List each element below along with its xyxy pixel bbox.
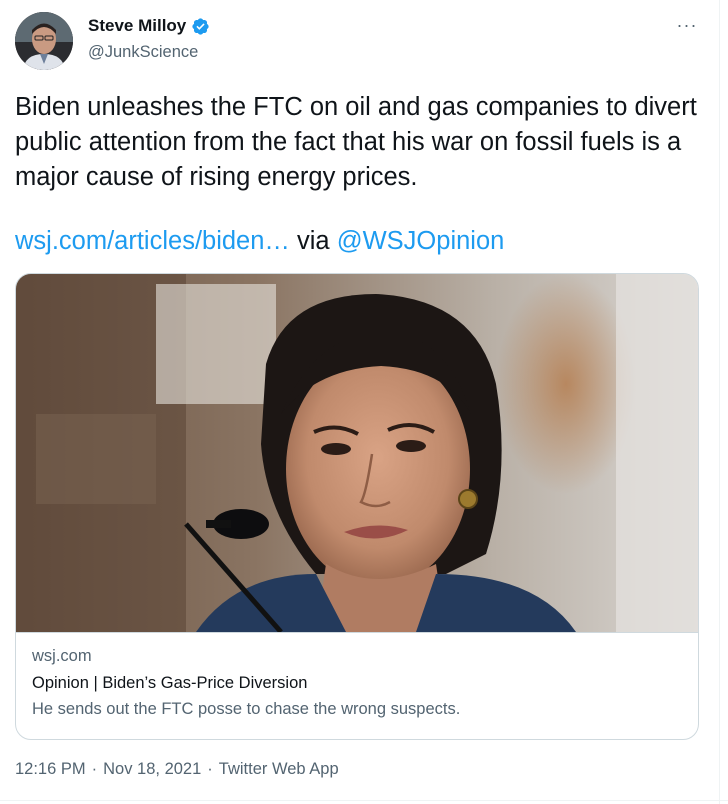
author-avatar[interactable]	[15, 12, 73, 70]
tweet-link-row: wsj.com/articles/biden… via @WSJOpinion	[15, 224, 504, 259]
link-preview-card[interactable]: wsj.com Opinion | Biden’s Gas-Price Dive…	[15, 273, 699, 740]
more-options-button[interactable]: ···	[676, 16, 698, 34]
article-link[interactable]: wsj.com/articles/biden…	[15, 227, 290, 255]
author-display-name[interactable]: Steve Milloy	[88, 16, 186, 36]
author-handle[interactable]: @JunkScience	[88, 43, 198, 62]
tweet: Steve Milloy @JunkScience ··· Biden unle…	[0, 0, 728, 804]
tweet-time[interactable]: 12:16 PM	[15, 760, 86, 779]
card-photo	[16, 274, 698, 632]
tweet-metadata: 12:16 PM · Nov 18, 2021 · Twitter Web Ap…	[15, 760, 339, 779]
tweet-source[interactable]: Twitter Web App	[219, 760, 339, 779]
column-divider	[719, 0, 720, 804]
via-label: via	[297, 227, 330, 255]
card-domain: wsj.com	[32, 647, 92, 665]
meta-separator: ·	[91, 760, 98, 778]
verified-badge-icon	[192, 17, 209, 35]
card-image	[16, 274, 698, 633]
tweet-date[interactable]: Nov 18, 2021	[103, 760, 201, 779]
author-name-row: Steve Milloy	[88, 16, 210, 36]
card-description: He sends out the FTC posse to chase the …	[32, 700, 461, 718]
via-mention-link[interactable]: @WSJOpinion	[337, 227, 505, 255]
bottom-divider	[0, 800, 728, 801]
meta-separator: ·	[207, 760, 213, 778]
tweet-text: Biden unleashes the FTC on oil and gas c…	[15, 93, 697, 191]
card-meta: wsj.com Opinion | Biden’s Gas-Price Dive…	[32, 645, 682, 720]
avatar-image	[15, 12, 73, 70]
card-title: Opinion | Biden’s Gas-Price Diversion	[32, 674, 308, 692]
